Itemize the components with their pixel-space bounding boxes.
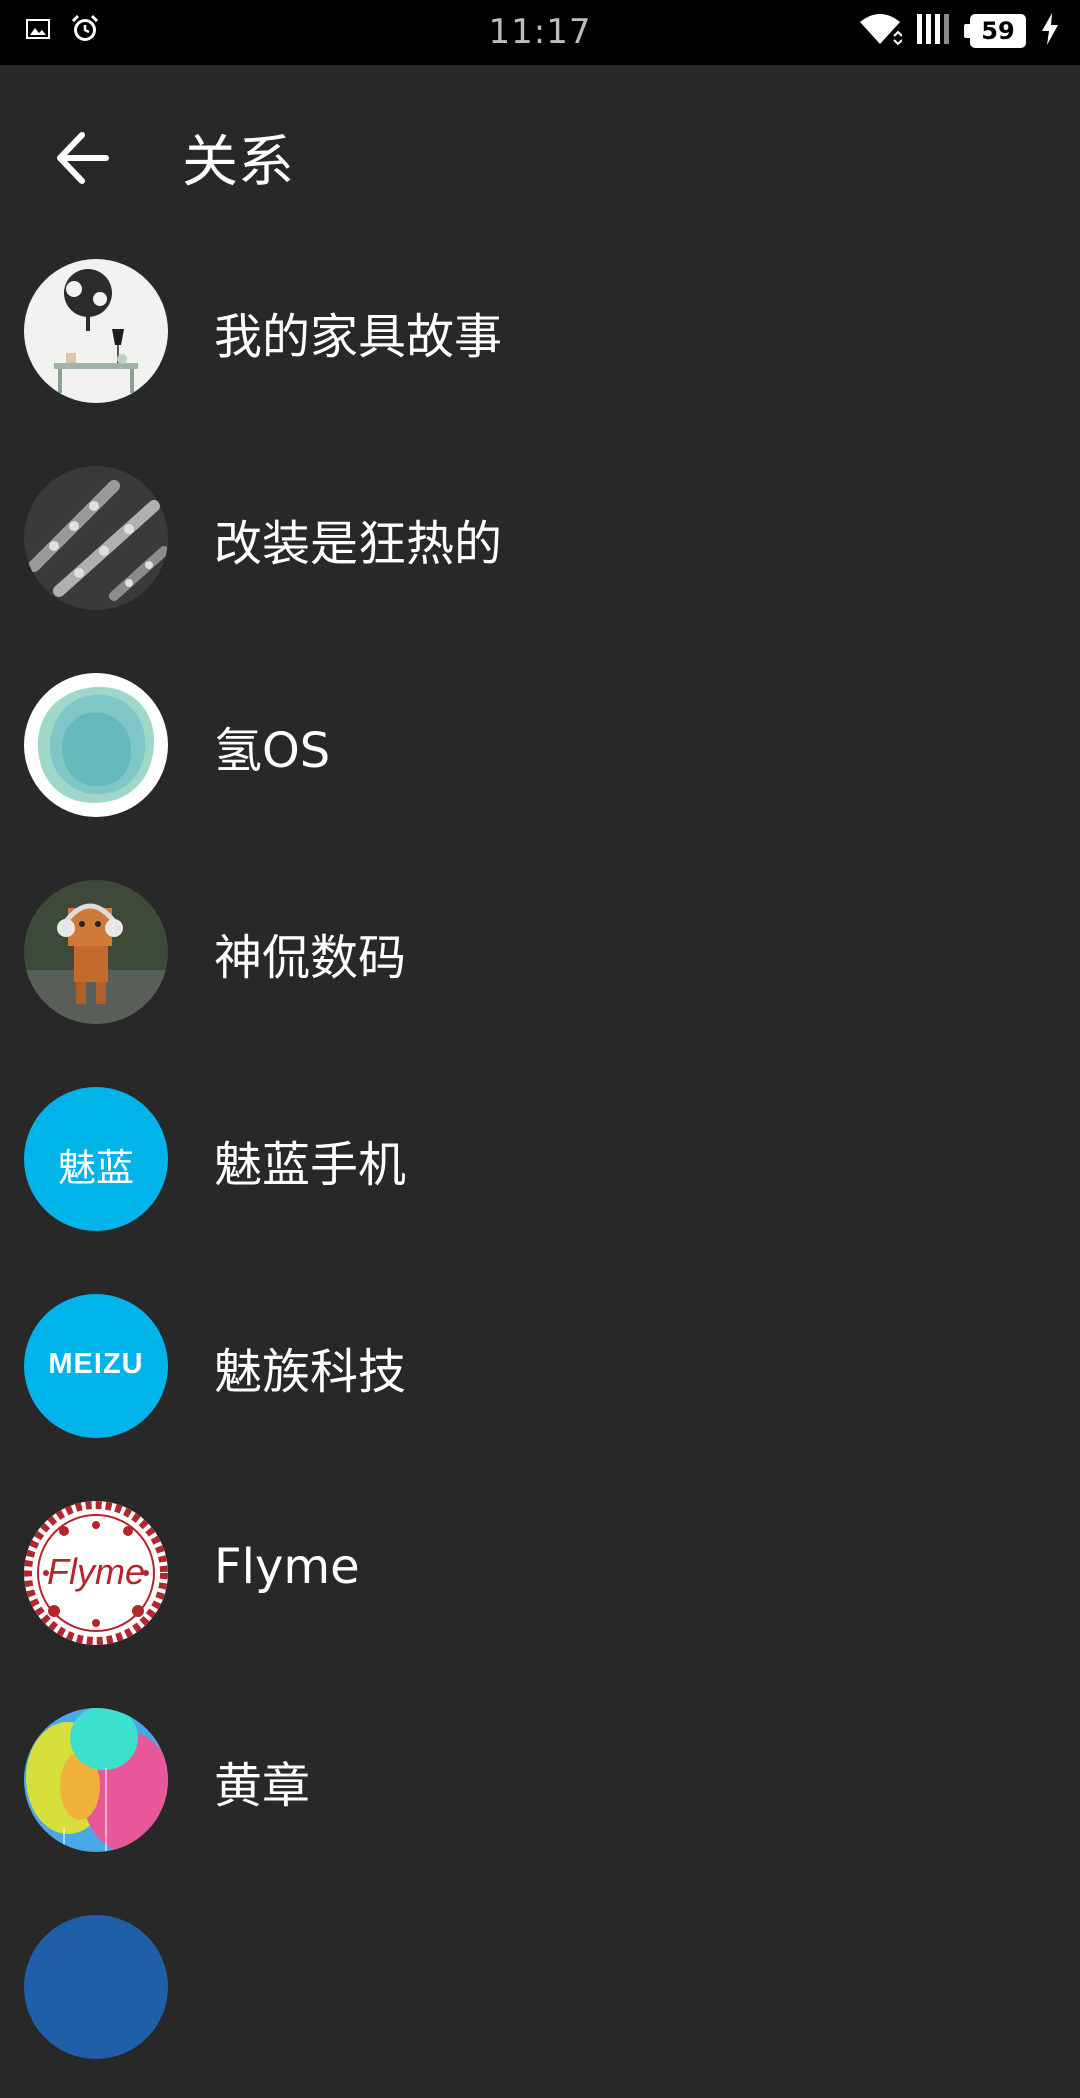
avatar: MEIZU (24, 1294, 168, 1438)
list-item[interactable]: MEIZU 魅族科技 (0, 1270, 1080, 1477)
list-item[interactable]: 魅蓝 魅蓝手机 (0, 1063, 1080, 1270)
list-item-label: 魅族科技 (214, 1344, 407, 1400)
list-item[interactable]: 神侃数码 (0, 856, 1080, 1063)
wifi-icon (858, 12, 903, 50)
status-right: 59 (858, 12, 1060, 50)
avatar (24, 466, 168, 610)
avatar: Flyme (24, 1501, 168, 1645)
signal-icon (916, 12, 956, 50)
list-item-label: 黄章 (214, 1758, 311, 1814)
list-item[interactable]: 氢OS (0, 649, 1080, 856)
charging-icon (1040, 12, 1060, 50)
avatar: 魅蓝 (24, 1087, 168, 1231)
page-title: 关系 (182, 130, 294, 195)
camshaft-photo-icon (24, 466, 168, 610)
app-bar: 关系 (0, 65, 1080, 235)
list-item-label: 魅蓝手机 (214, 1137, 407, 1193)
list-item-label: Flyme (214, 1539, 360, 1595)
danbo-robot-photo-icon (24, 880, 168, 1024)
furniture-photo-icon (24, 259, 168, 403)
relationship-list: 我的家具故事 改装是狂热的 氢OS 神侃数码 魅蓝 魅蓝手机 MEIZU 魅族科… (0, 235, 1080, 2098)
flyme-logo: Flyme (47, 1551, 145, 1592)
hydrogen-os-logo-icon (24, 673, 168, 817)
list-item[interactable]: Flyme Flyme (0, 1477, 1080, 1684)
avatar (24, 1915, 168, 2059)
arrow-left-icon (57, 132, 109, 184)
meizu-logo: MEIZU (48, 1348, 144, 1380)
list-item[interactable]: 我的家具故事 (0, 235, 1080, 442)
list-item-label: 氢OS (214, 723, 331, 779)
list-item-label: 我的家具故事 (214, 309, 503, 365)
balloon-photo-icon (24, 1708, 168, 1852)
list-item[interactable]: 黄章 (0, 1684, 1080, 1891)
avatar (24, 880, 168, 1024)
list-item-label: 神侃数码 (214, 930, 407, 986)
battery-icon: 59 (964, 14, 1026, 48)
back-button[interactable] (40, 113, 130, 203)
list-item-label: 改装是狂热的 (214, 516, 503, 572)
avatar (24, 673, 168, 817)
list-item[interactable] (0, 1891, 1080, 2098)
status-bar: 11:17 59 (0, 0, 1080, 65)
avatar (24, 1708, 168, 1852)
list-item[interactable]: 改装是狂热的 (0, 442, 1080, 649)
meilan-logo: 魅蓝 (57, 1146, 134, 1190)
avatar (24, 259, 168, 403)
